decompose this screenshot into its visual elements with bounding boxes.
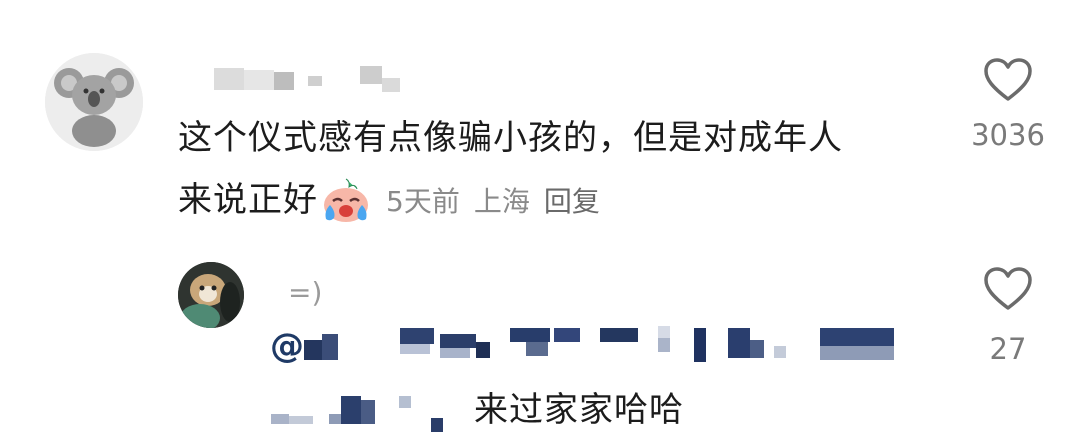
crying-laughing-emoji-icon — [320, 175, 372, 225]
comment-text-line-2-row: 来说正好 5天前 上海 回复 — [178, 175, 600, 225]
commenter-username[interactable] — [210, 62, 410, 102]
comment-time: 5天前 — [386, 185, 460, 218]
koala-avatar-image — [45, 53, 143, 151]
comment-like-count: 3036 — [971, 118, 1045, 152]
mention-username-blurred[interactable] — [300, 322, 910, 366]
commenter-avatar[interactable] — [45, 53, 143, 151]
replier-avatar[interactable] — [178, 262, 244, 328]
reply-like-button[interactable] — [980, 264, 1036, 314]
cat-avatar-image — [178, 262, 244, 328]
comment-text-line-1: 这个仪式感有点像骗小孩的，但是对成年人 — [178, 118, 843, 158]
heart-outline-icon — [984, 58, 1032, 101]
comment-like-button[interactable] — [980, 55, 1036, 105]
reply-text-blurred-prefix — [265, 390, 465, 434]
comment-location: 上海 — [473, 185, 530, 218]
comment-text-line-2: 来说正好 — [178, 180, 318, 220]
reply-like-count: 27 — [989, 332, 1027, 366]
mention-at-sign[interactable]: @ — [270, 326, 304, 366]
reply-button[interactable]: 回复 — [544, 180, 600, 220]
heart-outline-icon — [984, 267, 1032, 310]
reply-text: 来过家家哈哈 — [474, 390, 684, 430]
replier-username[interactable]: =) — [288, 276, 322, 309]
